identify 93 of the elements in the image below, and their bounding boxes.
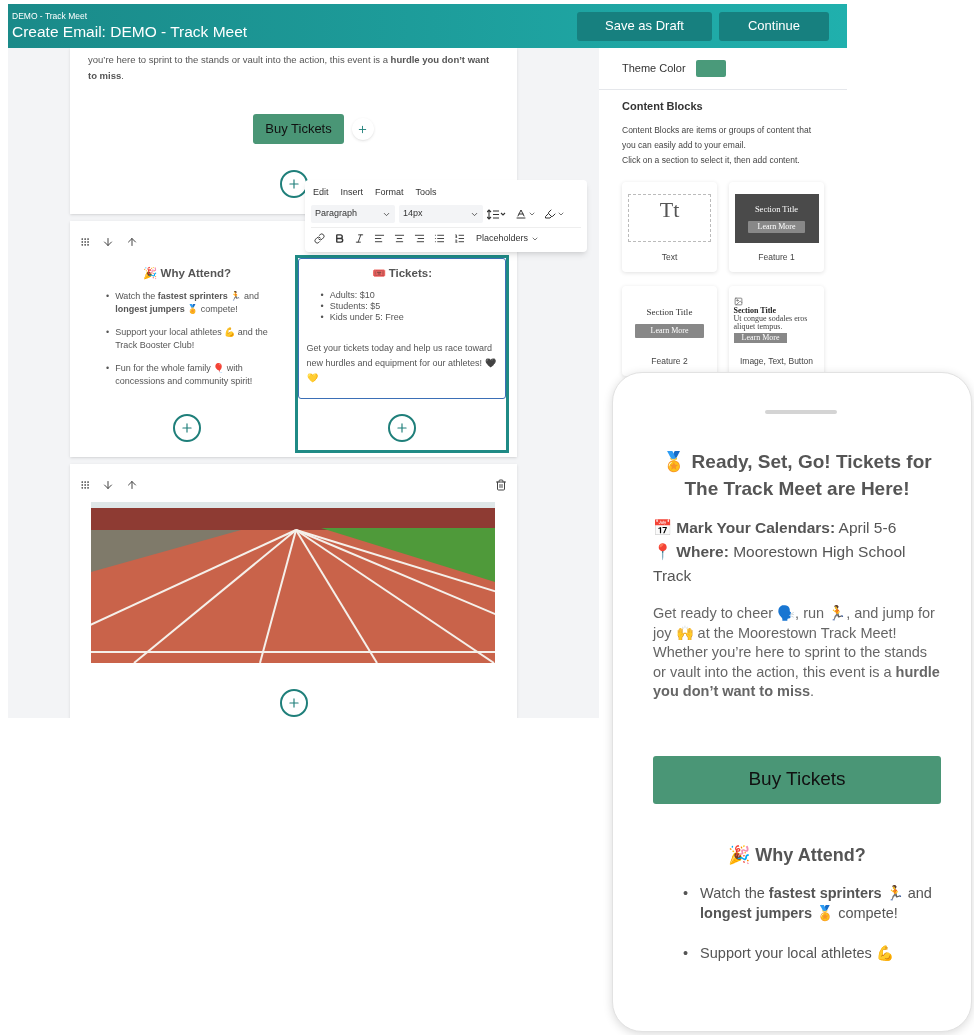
list-item: Watch the fastest sprinters 🏃 and longest jumpers 🏅 compete! [115, 290, 260, 317]
text-color-icon[interactable] [515, 208, 527, 220]
bullet-marker: • [683, 883, 689, 903]
text-glyph: Tt [659, 195, 680, 224]
buy-tickets-button[interactable]: Buy Tickets [253, 114, 344, 144]
plus-icon [180, 421, 195, 435]
list-item: Adults: $10 [329, 290, 375, 302]
add-block-button[interactable] [279, 170, 308, 198]
preview-title: Section Title [754, 203, 799, 216]
menu-item[interactable]: Format [375, 186, 404, 200]
column-block[interactable]: 🎟 Tickets: • Adults: $10 • Students: $5 • Kids under 5: Free Get your tickets today and help us race toward new hurdles and equipment for our athletes! 🖤💛 [294, 255, 509, 453]
move-up-icon[interactable] [126, 479, 138, 491]
tile-label: Image, Text, Button [739, 354, 814, 368]
plus-icon [286, 177, 301, 191]
add-block-button[interactable] [173, 414, 202, 442]
placeholders-dropdown[interactable]: Placeholders [476, 231, 540, 246]
section-heading: 🎉 Why Attend? [727, 843, 867, 867]
content-block-tile[interactable]: Section Title Learn More Feature 1 [729, 181, 824, 272]
align-left-icon[interactable] [374, 233, 385, 244]
email-block[interactable] [70, 464, 517, 718]
list-item: Support your local athletes 💪 [700, 943, 894, 963]
bullet-marker: • [320, 290, 324, 302]
paragraph-text: Get ready to cheer 🗣, run 🏃, and jump for joy 🙌 at the Moorestown Track Meet! Whether you’re here to sprint to the stands or vault into the action, this event is a hurdle you don’t want to miss. [653, 604, 941, 701]
content-block-tile[interactable]: Section Title Learn More Feature 2 [622, 285, 717, 376]
tile-label: Feature 2 [651, 354, 688, 368]
list-item: Fun for the whole family 🎈 with concessions and community spirit! [115, 362, 254, 389]
preview-button: Learn More [634, 324, 705, 339]
tile-label: Text [661, 250, 678, 264]
breadcrumb-text: DEMO - Track Meet [12, 10, 89, 22]
preview-title: Section Title [646, 305, 693, 319]
align-right-icon[interactable] [414, 233, 425, 244]
plus-icon [394, 421, 409, 435]
list-item: Support your local athletes 💪 and the Track Booster Club! [115, 326, 269, 353]
preview-button: Learn More [747, 220, 806, 233]
header-button[interactable]: Continue [719, 11, 829, 41]
add-block-button[interactable] [387, 414, 416, 442]
page-title: Create Email: DEMO - Track Meet [12, 21, 248, 42]
email-title: 🏅 Ready, Set, Go! Tickets for The Track Meet are Here! [661, 450, 933, 501]
align-center-icon[interactable] [394, 233, 405, 244]
delete-icon[interactable] [495, 479, 507, 491]
move-down-icon[interactable] [102, 236, 114, 248]
drag-handle-icon[interactable] [80, 237, 90, 247]
detail-text: 📅 Mark Your Calendars: April 5-6 [653, 518, 898, 538]
buy-tickets-button[interactable]: Buy Tickets [653, 755, 941, 804]
list-item: Kids under 5: Free [329, 312, 404, 324]
highlighter-icon[interactable] [544, 208, 556, 220]
bullet-marker: • [320, 301, 324, 313]
line-height-icon[interactable] [487, 208, 507, 220]
header-button[interactable]: Save as Draft [577, 11, 712, 41]
bullet-list-icon[interactable] [434, 233, 445, 244]
chevron-down-icon [557, 210, 565, 218]
paragraph-text: you’re here to sprint to the stands or vault into the action, this event is a hurdle you don’t want to miss. [88, 53, 491, 83]
section-title: Content Blocks [622, 99, 704, 114]
bullet-marker: • [320, 312, 324, 324]
italic-icon[interactable] [354, 233, 365, 244]
preview-title: Section Title [733, 305, 777, 315]
plus-icon [286, 696, 301, 710]
column-heading: 🎟 Tickets: [370, 266, 433, 281]
move-up-icon[interactable] [126, 236, 138, 248]
link-icon[interactable] [314, 233, 325, 244]
drag-bar [765, 410, 837, 414]
add-block-button[interactable] [351, 118, 374, 140]
tile-label: Feature 1 [758, 250, 795, 264]
description-text: Click on a section to select it, then add content. [622, 153, 801, 167]
bullet-marker: • [683, 943, 689, 963]
drag-handle-icon[interactable] [80, 480, 90, 490]
plus-icon [357, 123, 369, 135]
description-text: Content Blocks are items or groups of content that you can easily add to your email. [622, 123, 812, 152]
paragraph-text: Get your tickets today and help us race toward new hurdles and equipment for our athletes! 🖤💛 [306, 342, 497, 386]
preview-text: Ut congue sodales eros aliquet tempus. [733, 314, 809, 332]
bold-icon[interactable] [334, 233, 345, 244]
detail-text: 📍 Where: Moorestown High School Track [653, 542, 907, 586]
move-down-icon[interactable] [102, 479, 114, 491]
bullet-marker: • [106, 326, 110, 340]
font-size-select[interactable]: 14px [399, 205, 483, 223]
theme-color-swatch[interactable] [695, 60, 726, 77]
bullet-marker: • [106, 290, 110, 304]
menu-item[interactable]: Tools [415, 186, 437, 200]
theme-color-label: Theme Color [622, 61, 686, 77]
numbered-list-icon[interactable] [454, 233, 465, 244]
add-block-button[interactable] [279, 689, 308, 717]
list-item: Students: $5 [329, 301, 381, 313]
image-icon [733, 296, 743, 306]
menu-item[interactable]: Edit [313, 186, 329, 200]
block-format-select[interactable]: Paragraph [311, 205, 395, 223]
chevron-down-icon [528, 210, 536, 218]
content-block-tile[interactable]: Tt Text [622, 181, 717, 272]
column-heading: 🎉 Why Attend? [142, 266, 233, 282]
bullet-marker: • [106, 362, 110, 376]
list-item: Watch the fastest sprinters 🏃 and longest jumpers 🏅 compete! [700, 883, 933, 923]
menu-item[interactable]: Insert [340, 186, 364, 200]
text-block[interactable]: 🎟 Tickets: • Adults: $10 • Students: $5 • Kids under 5: Free Get your tickets today and help us race toward new hurdles and equipment for our athletes! 🖤💛 [297, 258, 506, 400]
preview-button: Learn More [733, 332, 788, 343]
